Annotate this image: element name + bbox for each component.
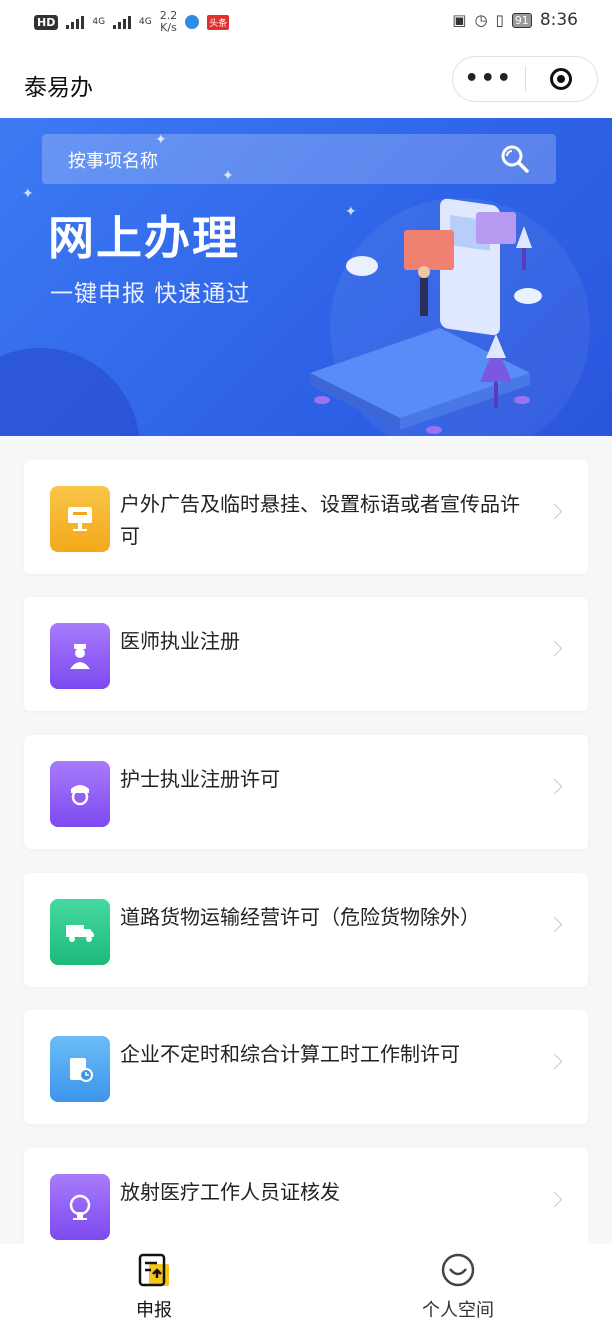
doctor-icon — [50, 623, 110, 689]
chevron-right-icon — [546, 1191, 563, 1208]
network-badge: HD — [34, 14, 59, 30]
browser-icon — [185, 15, 200, 29]
battery-icon: 91 — [511, 12, 532, 28]
bottom-tab-bar: 申报 个人空间 — [0, 1244, 612, 1327]
page-title: 泰易办 — [24, 75, 93, 101]
tab-apply[interactable]: 申报 — [84, 1252, 224, 1322]
service-card-label: 企业不定时和综合计算工时工作制许可 — [120, 1042, 460, 1066]
chevron-right-icon — [546, 916, 563, 933]
chevron-right-icon — [546, 503, 563, 520]
profile-icon — [441, 1253, 475, 1287]
apply-icon — [138, 1253, 169, 1287]
hero-banner: ✦ ✦ ✦ ✦ 按事项名称 网上办理 一键申报 快速通过 — [0, 118, 612, 436]
banner-decor-circle — [0, 348, 140, 436]
billboard-icon — [50, 486, 110, 552]
signal-label-1: 4G — [92, 17, 106, 27]
tab-apply-label: 申报 — [136, 1300, 172, 1321]
signal-label-2: 4G — [139, 17, 152, 27]
sparkle-icon: ✦ — [22, 186, 34, 202]
service-card[interactable]: 道路货物运输经营许可（危险货物除外） — [24, 873, 588, 987]
service-card[interactable]: 护士执业注册许可 — [24, 735, 588, 849]
tab-profile-label: 个人空间 — [422, 1300, 494, 1321]
service-card-label: 户外广告及临时悬挂、设置标语或者宣传品许可 — [120, 492, 520, 548]
clock: 8:36 — [539, 10, 578, 30]
online-service-illustration — [310, 198, 542, 434]
tab-profile[interactable]: 个人空间 — [388, 1252, 528, 1322]
status-bar: HD 4G 4G 2.2 K/s 头条 ▣ ◷ ▯ 91 8:36 — [0, 0, 612, 46]
document-clock-icon — [50, 1036, 110, 1102]
alarm-icon: ◷ — [474, 11, 488, 29]
service-card-label: 医师执业注册 — [120, 629, 240, 653]
more-menu-button[interactable]: ••• — [453, 59, 525, 99]
chevron-right-icon — [546, 778, 563, 795]
chevron-right-icon — [546, 1053, 563, 1070]
search-placeholder: 按事项名称 — [68, 151, 158, 172]
banner-title: 网上办理 — [48, 211, 240, 265]
banner-subtitle: 一键申报 快速通过 — [50, 281, 251, 307]
signal-icon-2 — [113, 15, 132, 29]
service-card[interactable]: 户外广告及临时悬挂、设置标语或者宣传品许可 — [24, 460, 588, 574]
mini-program-navbar: 泰易办 ••• — [0, 46, 612, 118]
speed-unit: K/s — [160, 21, 177, 34]
service-card[interactable]: 放射医疗工作人员证核发 — [24, 1148, 588, 1244]
service-card-label: 道路货物运输经营许可（危险货物除外） — [120, 905, 480, 929]
close-mini-program-button[interactable] — [526, 68, 598, 90]
nurse-icon — [50, 761, 110, 827]
service-card-label: 放射医疗工作人员证核发 — [120, 1180, 340, 1204]
mini-program-capsule: ••• — [452, 56, 598, 102]
network-speed: 2.2 K/s — [160, 10, 178, 34]
nfc-icon: ▣ — [452, 11, 467, 29]
service-card[interactable]: 医师执业注册 — [24, 597, 588, 711]
vibrate-icon: ▯ — [495, 11, 504, 29]
chevron-right-icon — [546, 640, 563, 657]
service-card-label: 护士执业注册许可 — [120, 767, 280, 791]
truck-icon — [50, 899, 110, 965]
target-close-icon — [550, 68, 573, 90]
signal-icon — [66, 15, 85, 29]
service-card[interactable]: 企业不定时和综合计算工时工作制许可 — [24, 1010, 588, 1124]
radiation-icon — [50, 1174, 110, 1240]
news-app-icon: 头条 — [207, 14, 230, 30]
